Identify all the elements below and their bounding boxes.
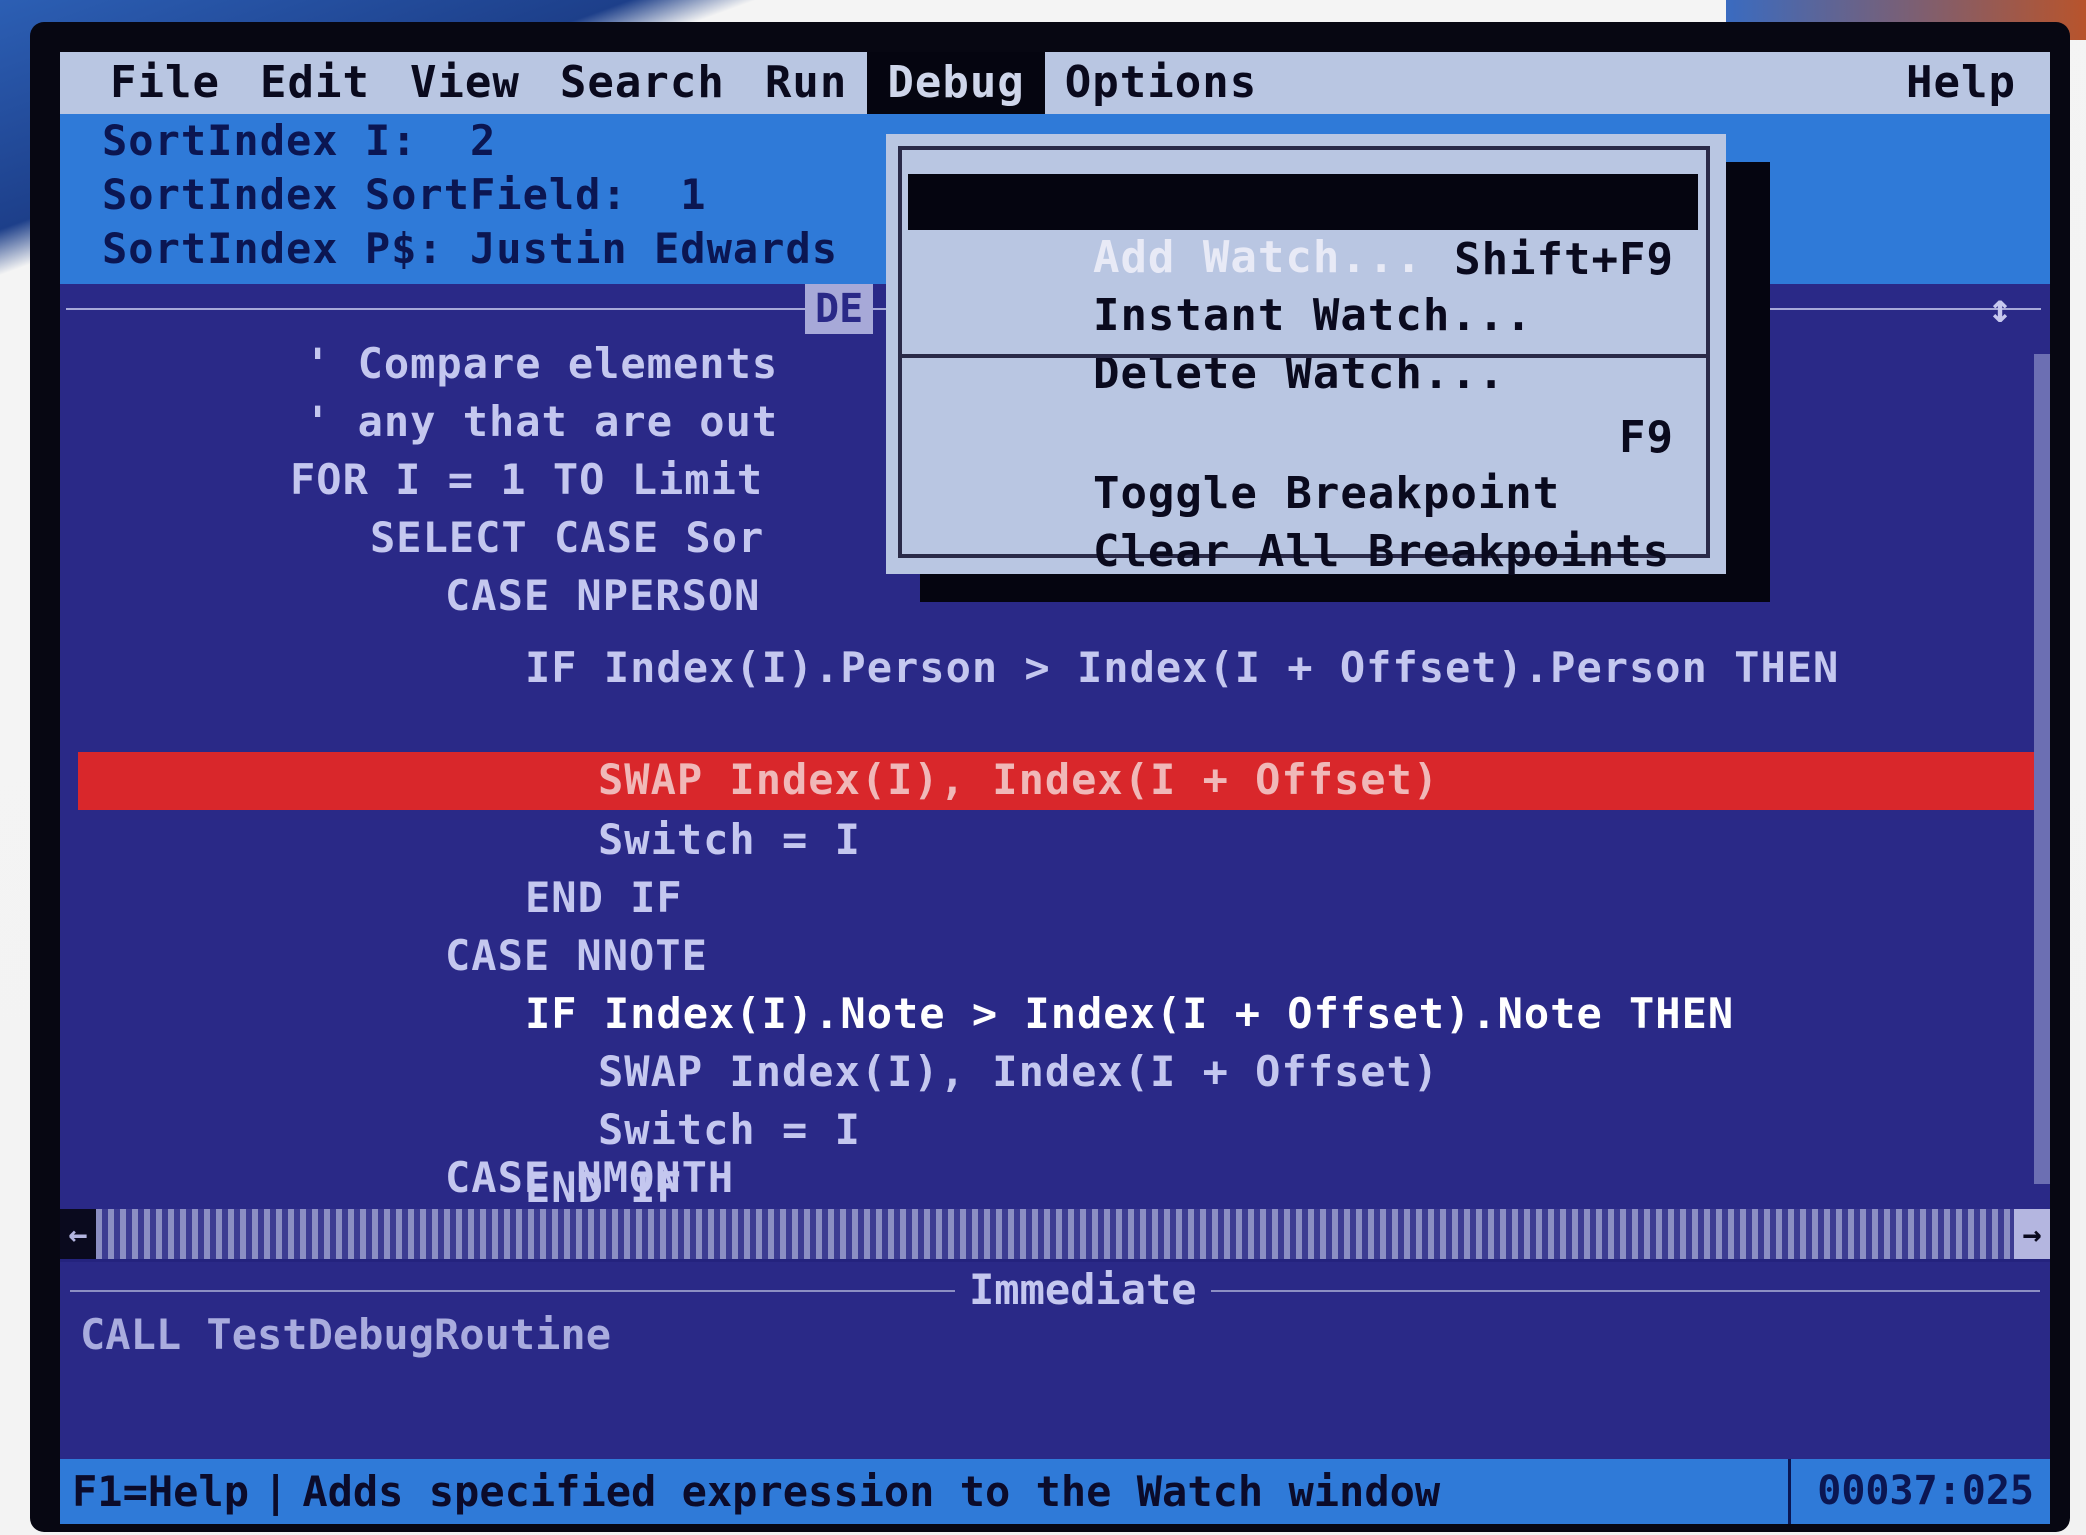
menu-divider bbox=[900, 354, 1710, 358]
vertical-scrollbar[interactable] bbox=[2034, 354, 2050, 1184]
watch-expression[interactable]: SortIndex P$: Justin Edwards bbox=[102, 224, 838, 273]
menu-run[interactable]: Run bbox=[745, 52, 867, 114]
editor-title: DE bbox=[805, 284, 874, 334]
menu-bar: File Edit View Search Run Debug Options … bbox=[60, 52, 2050, 114]
code-line[interactable]: ' any that are out bbox=[305, 394, 778, 450]
code-line[interactable]: CASE NNOTE bbox=[445, 928, 708, 984]
menu-edit[interactable]: Edit bbox=[240, 52, 390, 114]
code-line[interactable]: CASE NMONTH bbox=[445, 1150, 734, 1206]
code-line[interactable]: CASE NPERSON bbox=[445, 568, 760, 624]
debug-menu: Add Watch... Instant Watch... Shift+F9 D… bbox=[886, 134, 1726, 577]
code-line[interactable]: SELECT CASE Sor bbox=[370, 510, 764, 566]
menu-toggle-breakpoint[interactable]: Toggle Breakpoint F9 bbox=[908, 410, 1698, 519]
menu-item-label: Clear All Breakpoints bbox=[1092, 526, 1671, 577]
code-line[interactable]: END IF bbox=[525, 870, 683, 926]
status-message: Adds specified expression to the Watch w… bbox=[302, 1467, 1441, 1516]
status-separator: | bbox=[263, 1467, 289, 1516]
scroll-right-arrow-icon[interactable]: → bbox=[2014, 1209, 2050, 1259]
menu-options[interactable]: Options bbox=[1045, 52, 1277, 114]
watch-expression[interactable]: SortIndex SortField: 1 bbox=[102, 170, 707, 219]
code-line-breakpoint[interactable]: IF Index(I).Note > Index(I + Offset).Not… bbox=[525, 986, 1734, 1042]
qbasic-window: File Edit View Search Run Debug Options … bbox=[60, 52, 2050, 1524]
immediate-command[interactable]: CALL TestDebugRoutine bbox=[80, 1310, 611, 1359]
immediate-title: Immediate bbox=[955, 1262, 1211, 1318]
scroll-left-arrow-icon[interactable]: ← bbox=[60, 1209, 96, 1259]
code-line[interactable]: ' Compare elements bbox=[305, 336, 778, 392]
menu-debug[interactable]: Debug bbox=[867, 52, 1045, 114]
menu-item-shortcut: F9 bbox=[1619, 412, 1674, 463]
code-line[interactable]: IF Index(I).Person > Index(I + Offset).P… bbox=[525, 640, 1839, 696]
current-statement-highlight: SWAP Index(I), Index(I + Offset) bbox=[78, 752, 2050, 810]
code-line[interactable]: FOR I = 1 TO Limit bbox=[290, 452, 763, 508]
current-statement[interactable]: SWAP Index(I), Index(I + Offset) bbox=[598, 752, 1439, 808]
menu-instant-watch[interactable]: Instant Watch... Shift+F9 bbox=[908, 232, 1698, 341]
code-line[interactable]: SWAP Index(I), Index(I + Offset) bbox=[598, 1044, 1439, 1100]
cursor-position: 00037:025 bbox=[1788, 1459, 2034, 1524]
code-line[interactable]: Switch = I bbox=[598, 812, 861, 868]
immediate-window[interactable]: Immediate CALL TestDebugRoutine bbox=[60, 1262, 2050, 1459]
horizontal-scrollbar[interactable]: ← → bbox=[60, 1209, 2050, 1259]
menu-clear-all-breakpoints[interactable]: Clear All Breakpoints bbox=[908, 468, 1698, 577]
menu-search[interactable]: Search bbox=[540, 52, 745, 114]
status-bar: F1=Help | Adds specified expression to t… bbox=[60, 1459, 2050, 1524]
maximize-icon[interactable]: ↕ bbox=[1988, 286, 2012, 332]
menu-add-watch[interactable]: Add Watch... bbox=[908, 174, 1698, 283]
status-help-hint[interactable]: F1=Help bbox=[60, 1467, 249, 1516]
menu-file[interactable]: File bbox=[90, 52, 240, 114]
menu-item-shortcut: Shift+F9 bbox=[1454, 234, 1674, 285]
menu-help[interactable]: Help bbox=[1886, 52, 2036, 114]
watch-expression[interactable]: SortIndex I: 2 bbox=[102, 116, 496, 165]
menu-delete-watch[interactable]: Delete Watch... bbox=[908, 290, 1698, 399]
menu-view[interactable]: View bbox=[390, 52, 540, 114]
